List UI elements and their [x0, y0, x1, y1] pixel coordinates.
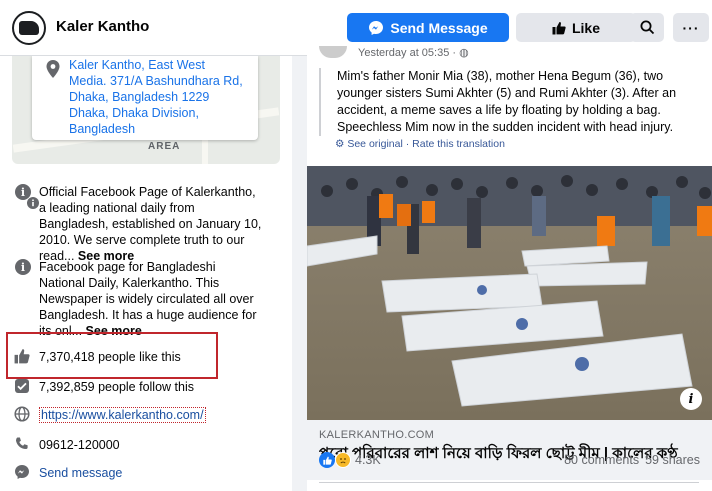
post-timestamp[interactable]: Yesterday at 05:35 · ◍	[358, 46, 469, 59]
translation-bar: ⚙ See original · Rate this translation	[335, 138, 505, 150]
phone-icon	[14, 436, 30, 457]
link-domain: KALERKANTHO.COM	[319, 429, 435, 441]
sad-reaction-icon	[335, 452, 351, 468]
info-icon: i	[15, 184, 31, 200]
page-title[interactable]: Kaler Kantho	[56, 18, 149, 35]
search-icon	[640, 20, 654, 35]
like-page-button[interactable]: Like	[516, 13, 636, 42]
follows-count: 7,392,859 people follow this	[39, 380, 194, 394]
thumbs-up-icon	[552, 21, 566, 34]
post-action-bar	[319, 482, 699, 491]
website-text: https://www.kalerkantho.com/	[39, 407, 264, 423]
link-preview[interactable]: KALERKANTHO.COM পুরো পরিবারের লাশ নিয়ে …	[307, 420, 712, 480]
about-text: Facebook page for Bangladeshi National D…	[39, 260, 257, 338]
map-info-icon[interactable]	[27, 196, 39, 214]
info-icon: i	[15, 259, 31, 275]
post-photo-image	[307, 166, 712, 420]
reaction-count: 4.3K	[355, 453, 381, 467]
see-original-link[interactable]: See original	[347, 138, 402, 150]
globe-icon: ◍	[459, 47, 469, 59]
post-translated-text: Mim's father Monir Mia (38), mother Hena…	[319, 68, 704, 136]
page-logo-mark	[19, 21, 39, 35]
map-area-label: AREA	[148, 141, 181, 152]
more-dots-icon: ···	[682, 19, 700, 36]
gear-icon: ⚙	[335, 138, 345, 150]
likes-count: 7,370,418 people like this	[39, 350, 181, 364]
thumbs-up-icon	[14, 348, 30, 369]
globe-icon	[14, 406, 30, 427]
post-card: Yesterday at 05:35 · ◍ Mim's father Moni…	[307, 42, 712, 491]
post-author-avatar[interactable]	[319, 46, 347, 58]
location-pin-icon	[46, 60, 60, 83]
more-options-button[interactable]: ···	[673, 13, 709, 42]
rate-translation-link[interactable]: Rate this translation	[412, 138, 505, 150]
phone-number[interactable]: 09612-120000	[39, 437, 264, 453]
page-avatar[interactable]	[12, 11, 46, 45]
messenger-icon	[369, 20, 384, 35]
like-label: Like	[571, 19, 600, 36]
like-reaction-icon	[319, 452, 335, 468]
messenger-icon	[14, 464, 30, 485]
send-message-link[interactable]: Send message	[39, 465, 264, 481]
shares-count[interactable]: 59 shares	[645, 453, 700, 467]
engagement-counts: 80 comments 59 shares	[564, 453, 700, 467]
website-link[interactable]: https://www.kalerkantho.com/	[39, 407, 206, 423]
about-text: Official Facebook Page of Kalerkantho, a…	[39, 185, 262, 263]
comments-count[interactable]: 80 comments	[564, 453, 639, 467]
send-message-button[interactable]: Send Message	[347, 13, 509, 42]
send-message-label: Send Message	[390, 19, 488, 36]
photo-info-icon[interactable]: i	[680, 388, 702, 410]
post-photo[interactable]: i	[307, 166, 712, 420]
reactions-summary[interactable]: 4.3K	[319, 452, 381, 468]
location-address-link[interactable]: Kaler Kantho, East West Media. 371/A Bas…	[69, 57, 244, 137]
follow-check-icon	[14, 378, 30, 399]
search-button[interactable]	[630, 13, 664, 42]
